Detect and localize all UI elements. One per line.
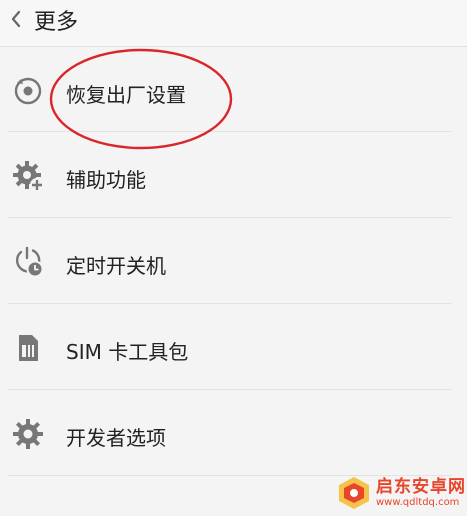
back-button[interactable] xyxy=(6,6,26,32)
chevron-left-icon xyxy=(11,10,21,28)
menu-item-label: 开发者选项 xyxy=(66,426,166,450)
gear-icon xyxy=(13,419,43,449)
menu-item-scheduled-power[interactable]: 定时开关机 xyxy=(0,218,467,302)
gear-plus-icon xyxy=(13,161,44,192)
menu-item-sim-toolkit[interactable]: SIM 卡工具包 xyxy=(0,304,467,388)
power-clock-icon xyxy=(16,246,44,278)
page-title: 更多 xyxy=(34,10,79,35)
watermark-name: 启东安卓网 xyxy=(376,477,466,497)
watermark: 启东安卓网 www.qdltdq.com xyxy=(336,470,467,516)
menu-item-label: SIM 卡工具包 xyxy=(66,340,189,364)
menu-item-label: 辅助功能 xyxy=(66,168,146,192)
menu-item-label: 定时开关机 xyxy=(66,254,166,278)
watermark-logo-icon xyxy=(339,477,369,509)
menu-item-developer-options[interactable]: 开发者选项 xyxy=(0,390,467,474)
watermark-url: www.qdltdq.com xyxy=(376,497,460,508)
annotation-ellipse xyxy=(49,48,233,150)
factory-reset-icon xyxy=(14,77,42,105)
header-bar: 更多 xyxy=(0,0,467,47)
sim-card-icon xyxy=(19,335,38,361)
